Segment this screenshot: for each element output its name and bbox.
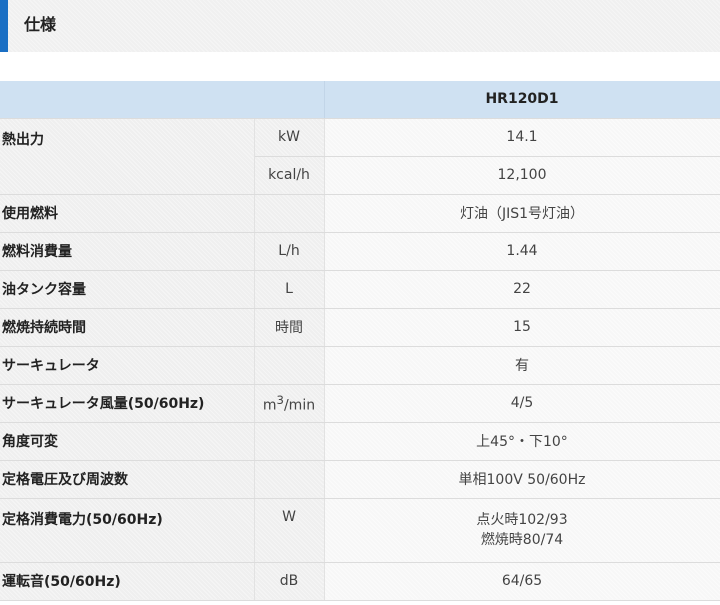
row-value: 1.44 (324, 232, 720, 271)
table-row: サーキュレータ 有 (0, 346, 720, 385)
row-label: 熱出力 (0, 118, 255, 195)
table-row: 定格電圧及び周波数 単相100V 50/60Hz (0, 460, 720, 499)
row-label: 運転音(50/60Hz) (0, 562, 255, 601)
row-unit: W (254, 498, 325, 563)
section-accent-bar (0, 0, 8, 52)
row-value: 単相100V 50/60Hz (324, 460, 720, 499)
unit-superscript: 3 (276, 392, 284, 407)
row-unit: dB (254, 562, 325, 601)
row-label: 油タンク容量 (0, 270, 255, 309)
row-unit (254, 346, 325, 385)
table-header-row: HR120D1 (0, 81, 720, 119)
table-row: 角度可変 上45°・下10° (0, 422, 720, 461)
table-row: 使用燃料 灯油（JIS1号灯油） (0, 194, 720, 233)
section-title: 仕様 (24, 15, 57, 34)
row-label: 定格電圧及び周波数 (0, 460, 255, 499)
row-value: 15 (324, 308, 720, 347)
row-value: 灯油（JIS1号灯油） (324, 194, 720, 233)
model-header: HR120D1 (324, 81, 720, 119)
row-unit (254, 194, 325, 233)
row-label: 角度可変 (0, 422, 255, 461)
row-unit: kW (254, 118, 325, 157)
row-label: 燃料消費量 (0, 232, 255, 271)
table-row: 運転音(50/60Hz) dB 64/65 (0, 562, 720, 601)
table-row: 油タンク容量 L 22 (0, 270, 720, 309)
spec-table: HR120D1 熱出力 kW 14.1 kcal/h 12,100 使用燃料 灯… (0, 81, 720, 601)
row-value: 4/5 (324, 384, 720, 423)
row-unit: 時間 (254, 308, 325, 347)
row-value: 点火時102/93 燃焼時80/74 (324, 498, 720, 563)
row-unit: L (254, 270, 325, 309)
table-row: 熱出力 kW 14.1 (0, 118, 720, 195)
row-value: 上45°・下10° (324, 422, 720, 461)
row-unit: L/h (254, 232, 325, 271)
row-unit: m3/min (254, 384, 325, 423)
row-value: 12,100 (324, 156, 720, 195)
row-unit: kcal/h (254, 156, 325, 195)
section-header: 仕様 (0, 0, 720, 52)
value-line: 燃焼時80/74 (480, 532, 564, 548)
row-value: 14.1 (324, 118, 720, 157)
table-row: サーキュレータ風量(50/60Hz) m3/min 4/5 (0, 384, 720, 423)
table-row: 燃焼持続時間 時間 15 (0, 308, 720, 347)
row-value: 有 (324, 346, 720, 385)
table-row: 定格消費電力(50/60Hz) W 点火時102/93 燃焼時80/74 (0, 498, 720, 563)
row-value: 22 (324, 270, 720, 309)
row-label: 使用燃料 (0, 194, 255, 233)
table-row: 燃料消費量 L/h 1.44 (0, 232, 720, 271)
row-label: サーキュレータ風量(50/60Hz) (0, 384, 255, 423)
header-blank-cell (0, 81, 325, 119)
unit-rest: /min (283, 397, 316, 414)
row-label: 燃焼持続時間 (0, 308, 255, 347)
row-label: 定格消費電力(50/60Hz) (0, 498, 255, 563)
row-label: サーキュレータ (0, 346, 255, 385)
unit-base: m (262, 397, 277, 414)
row-unit (254, 422, 325, 461)
value-line: 点火時102/93 (476, 512, 568, 528)
row-unit (254, 460, 325, 499)
row-value: 64/65 (324, 562, 720, 601)
